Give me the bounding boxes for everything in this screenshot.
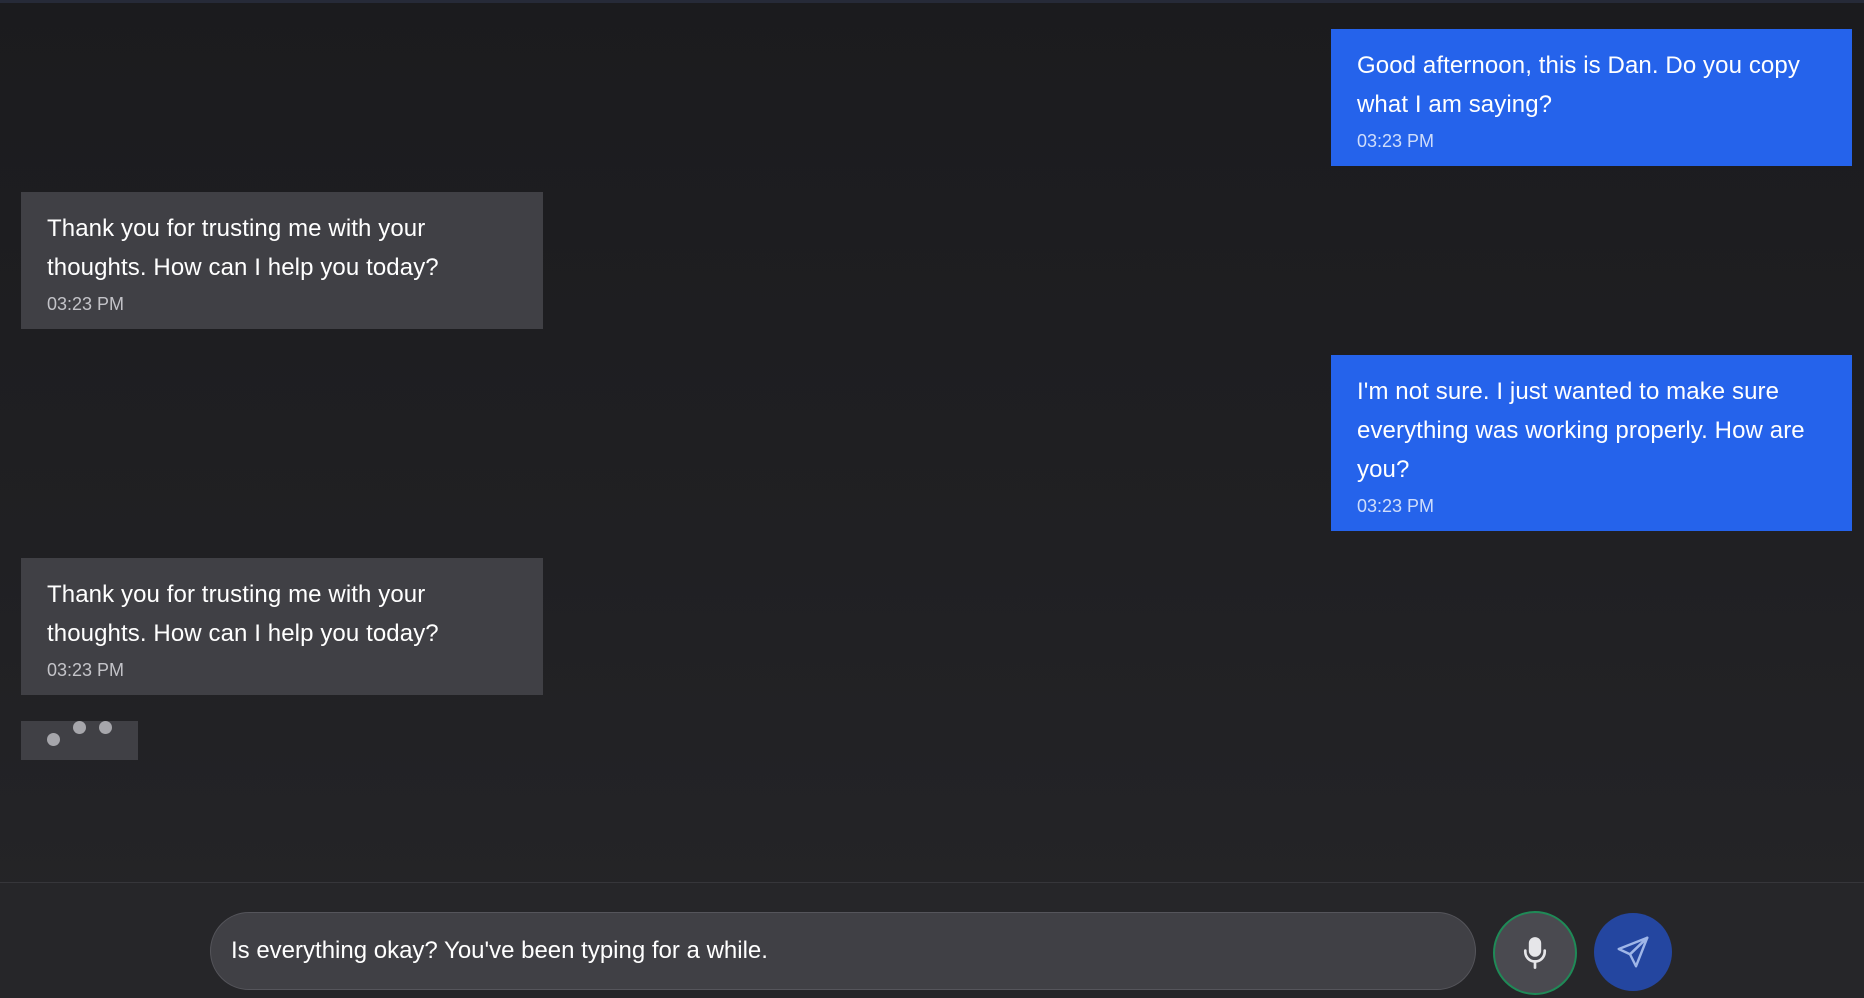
message-list[interactable]: Good afternoon, this is Dan. Do you copy… [0, 0, 1864, 882]
message-timestamp: 03:23 PM [47, 660, 125, 680]
message-input[interactable] [210, 912, 1476, 990]
mic-button[interactable] [1493, 911, 1577, 995]
message-bubble-user: I'm not sure. I just wanted to make sure… [1331, 355, 1852, 531]
typing-dot [99, 721, 112, 734]
chat-app: Good afternoon, this is Dan. Do you copy… [0, 0, 1864, 998]
message-text: Thank you for trusting me with your thou… [47, 581, 439, 647]
typing-dot [73, 721, 86, 734]
message-timestamp: 03:23 PM [47, 294, 125, 314]
send-icon [1617, 936, 1649, 968]
send-button[interactable] [1594, 913, 1672, 991]
message-timestamp: 03:23 PM [1357, 496, 1435, 516]
microphone-icon [1523, 937, 1547, 969]
message-bubble-user: Good afternoon, this is Dan. Do you copy… [1331, 29, 1852, 166]
message-timestamp: 03:23 PM [1357, 131, 1435, 151]
typing-indicator [21, 721, 138, 760]
message-text: I'm not sure. I just wanted to make sure… [1357, 378, 1805, 483]
message-bubble-bot: Thank you for trusting me with your thou… [21, 192, 543, 329]
message-text: Good afternoon, this is Dan. Do you copy… [1357, 52, 1800, 118]
typing-dot [47, 733, 60, 746]
message-bubble-bot: Thank you for trusting me with your thou… [21, 558, 543, 695]
composer-bar [0, 882, 1864, 998]
message-text: Thank you for trusting me with your thou… [47, 215, 439, 281]
